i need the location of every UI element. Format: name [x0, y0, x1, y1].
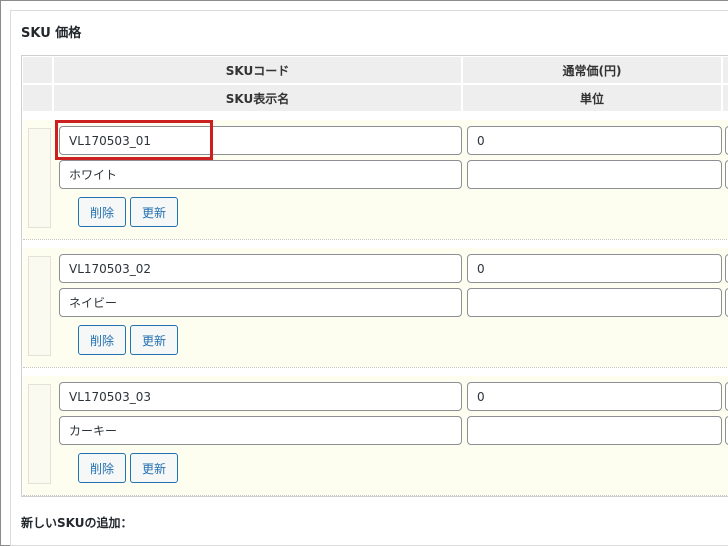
table-header-row-1: SKUコード 通常価(円) [22, 56, 728, 84]
delete-button[interactable]: 削除 [78, 453, 126, 483]
header-stub [23, 85, 52, 111]
update-button[interactable]: 更新 [130, 453, 178, 483]
sku-name-input[interactable]: カーキー [59, 416, 462, 445]
sku-row: VL170503_03 0 カーキー 削除 更新 [23, 376, 728, 496]
header-extra [723, 85, 728, 111]
sku-name-input[interactable]: ネイビー [59, 288, 462, 317]
price-input[interactable]: 0 [467, 126, 722, 155]
sku-code-input[interactable]: VL170503_02 [59, 254, 462, 283]
unit-input[interactable] [467, 288, 722, 317]
sku-code-input[interactable]: VL170503_03 [59, 382, 462, 411]
section-title: SKU 価格 [21, 26, 82, 41]
drag-handle[interactable] [28, 128, 51, 228]
update-button[interactable]: 更新 [130, 325, 178, 355]
sku-table: SKUコード 通常価(円) SKU表示名 単位 VL170503_01 0 ホワ… [21, 55, 728, 497]
update-button[interactable]: 更新 [130, 197, 178, 227]
price-input[interactable]: 0 [467, 382, 722, 411]
sku-row: VL170503_01 0 ホワイト 削除 更新 [23, 120, 728, 240]
header-sku-code: SKUコード [54, 57, 461, 83]
header-regular-price: 通常価(円) [463, 57, 721, 83]
header-unit: 単位 [463, 85, 721, 111]
sku-code-input[interactable]: VL170503_01 [59, 126, 462, 155]
delete-button[interactable]: 削除 [78, 197, 126, 227]
sku-row: VL170503_02 0 ネイビー 削除 更新 [23, 248, 728, 368]
delete-button[interactable]: 削除 [78, 325, 126, 355]
header-sku-display-name: SKU表示名 [54, 85, 461, 111]
drag-handle[interactable] [28, 256, 51, 356]
drag-handle[interactable] [28, 384, 51, 484]
unit-input[interactable] [467, 160, 722, 189]
add-new-sku-title: 新しいSKUの追加： [21, 516, 133, 530]
header-extra [723, 57, 728, 83]
price-input[interactable]: 0 [467, 254, 722, 283]
table-header-row-2: SKU表示名 単位 [22, 84, 728, 112]
header-stub [23, 57, 52, 83]
unit-input[interactable] [467, 416, 722, 445]
sku-name-input[interactable]: ホワイト [59, 160, 462, 189]
